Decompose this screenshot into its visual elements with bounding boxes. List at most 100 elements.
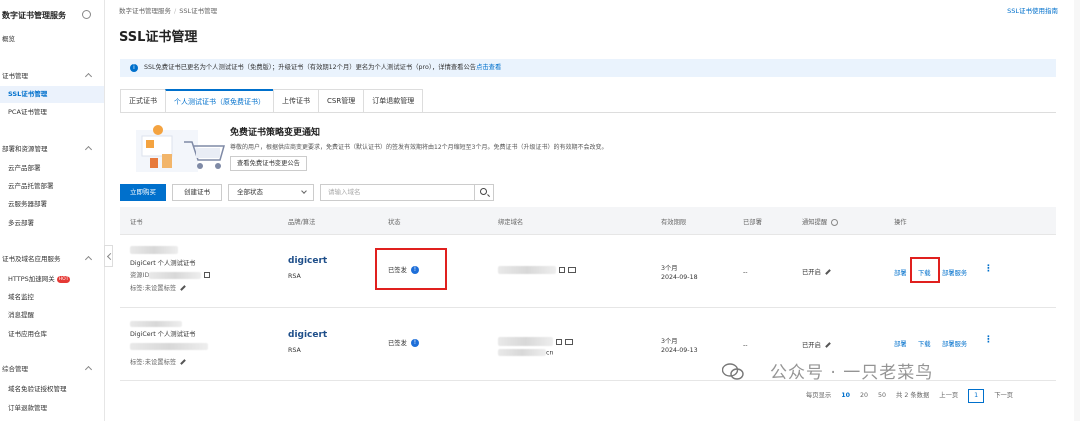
cert-id-redacted bbox=[130, 321, 182, 329]
tab-divider bbox=[120, 112, 1056, 113]
sidebar-group-cert[interactable]: 证书管理 bbox=[0, 68, 104, 85]
notice-link[interactable]: 点击查看 bbox=[476, 64, 501, 71]
notify-label: 已开启 bbox=[802, 269, 821, 276]
next-page-button[interactable]: 下一页 bbox=[994, 392, 1013, 399]
scrollbar[interactable] bbox=[1074, 0, 1080, 421]
sidebar-item-overview[interactable]: 概览 bbox=[0, 31, 104, 48]
th-brand: 品牌/算法 bbox=[288, 219, 316, 226]
hot-badge: HOT bbox=[56, 275, 71, 283]
create-cert-button[interactable]: 创建证书 bbox=[172, 184, 222, 201]
sidebar-item-domain-auth[interactable]: 域名免验证授权管理 bbox=[0, 381, 104, 398]
pagination: 每页显示 10 20 50 共 2 条数据 上一页 1 下一页 bbox=[806, 389, 1021, 403]
edit-icon bbox=[180, 359, 187, 365]
edit-icon bbox=[180, 285, 187, 291]
promo-text: 尊敬的用户，根据供应商变更要求，免费证书（默认证书）的签发有效期将由12个月缩短… bbox=[230, 144, 608, 151]
sidebar-group-label: 部署和资源管理 bbox=[2, 145, 48, 153]
tag-field[interactable]: 标签:未设置标签 bbox=[130, 357, 187, 366]
sidebar-item-https-gateway[interactable]: HTTPS加速网关 HOT bbox=[0, 271, 104, 288]
sidebar-group-label: 综合管理 bbox=[2, 365, 28, 373]
chevron-down-icon bbox=[301, 188, 307, 194]
more-options-icon[interactable]: ⋮ bbox=[984, 264, 993, 274]
deploy-service-link[interactable]: 部署服务 bbox=[942, 268, 967, 277]
help-icon[interactable] bbox=[831, 218, 839, 226]
info-icon[interactable]: ! bbox=[410, 339, 419, 347]
page-title: SSL证书管理 bbox=[119, 30, 198, 45]
domain bbox=[498, 266, 576, 274]
sidebar-item-label: HTTPS加速网关 bbox=[8, 275, 55, 283]
buy-now-button[interactable]: 立即购买 bbox=[120, 184, 166, 201]
deploy-service-link[interactable]: 部署服务 bbox=[942, 339, 967, 348]
chevron-up-icon bbox=[84, 365, 93, 374]
sidebar-header: 数字证书管理服务 bbox=[0, 0, 104, 30]
notify: 已开启 bbox=[802, 340, 831, 349]
notify-label: 已开启 bbox=[802, 342, 821, 349]
sidebar-item-ssl[interactable]: SSL证书管理 bbox=[0, 86, 104, 103]
sidebar-group-app[interactable]: 证书及域名应用服务 bbox=[0, 251, 104, 268]
sidebar-item-domain-monitor[interactable]: 域名监控 bbox=[0, 289, 104, 306]
sidebar-item-message[interactable]: 消息提醒 bbox=[0, 307, 104, 324]
prev-page-button[interactable]: 上一页 bbox=[939, 392, 958, 399]
tab-test-cert[interactable]: 个人测试证书（原免费证书） bbox=[165, 89, 274, 113]
monitor-icon[interactable] bbox=[568, 267, 576, 273]
more-options-icon[interactable]: ⋮ bbox=[984, 335, 993, 345]
sidebar-item-cloud-deploy[interactable]: 云产品部署 bbox=[0, 160, 104, 177]
edit-icon[interactable] bbox=[825, 269, 831, 275]
page-size-10[interactable]: 10 bbox=[841, 392, 850, 399]
sidebar-group-deploy[interactable]: 部署和资源管理 bbox=[0, 141, 104, 158]
tag-field[interactable]: 标签:未设置标签 bbox=[130, 283, 187, 292]
tab-csr[interactable]: CSR管理 bbox=[318, 89, 365, 113]
page-size-50[interactable]: 50 bbox=[878, 392, 886, 399]
status: 已签发! bbox=[388, 338, 419, 347]
resource-id bbox=[130, 343, 208, 351]
tab-formal[interactable]: 正式证书 bbox=[120, 89, 166, 113]
domain-second-line: cn bbox=[498, 349, 553, 357]
cert-name: DigiCert 个人测试证书 bbox=[130, 331, 196, 338]
copy-icon[interactable] bbox=[559, 267, 565, 273]
sidebar-group-admin[interactable]: 综合管理 bbox=[0, 361, 104, 378]
promo-title: 免费证书策略变更通知 bbox=[230, 128, 321, 138]
breadcrumb-current: SSL证书管理 bbox=[179, 7, 218, 15]
copy-icon[interactable] bbox=[204, 272, 211, 278]
th-domain: 绑定域名 bbox=[498, 219, 524, 226]
cert-name: DigiCert 个人测试证书 bbox=[130, 260, 196, 267]
gear-icon[interactable] bbox=[82, 10, 91, 19]
page-size-20[interactable]: 20 bbox=[860, 392, 868, 399]
page-number[interactable]: 1 bbox=[968, 389, 985, 403]
tab-upload[interactable]: 上传证书 bbox=[273, 89, 319, 113]
deploy-link[interactable]: 部署 bbox=[894, 339, 907, 348]
breadcrumb-sep: / bbox=[174, 7, 177, 15]
watermark-text: 公众号 · 一只老菜鸟 bbox=[770, 363, 934, 383]
algo: RSA bbox=[288, 273, 301, 280]
tag-label: 标签:未设置标签 bbox=[130, 359, 177, 366]
sidebar-item-repo[interactable]: 证书应用仓库 bbox=[0, 326, 104, 343]
copy-icon[interactable] bbox=[556, 338, 562, 345]
tab-bar: 正式证书 个人测试证书（原免费证书） 上传证书 CSR管理 订单退款管理 bbox=[120, 89, 424, 113]
notify: 已开启 bbox=[802, 267, 831, 276]
shopping-cart-illustration bbox=[136, 125, 225, 172]
page-size-label: 每页显示 bbox=[806, 392, 832, 399]
domain-suffix: cn bbox=[546, 349, 554, 357]
th-status: 状态 bbox=[388, 219, 401, 226]
sidebar-item-multicloud[interactable]: 多云部署 bbox=[0, 215, 104, 232]
view-announcement-button[interactable]: 查看免费证书变更公告 bbox=[230, 156, 307, 171]
digicert-logo: digicert bbox=[288, 256, 328, 266]
sidebar-item-hosted-deploy[interactable]: 云产品托管部署 bbox=[0, 178, 104, 195]
ssl-guide-link[interactable]: SSL证书使用指南 bbox=[1007, 5, 1058, 15]
tab-refund[interactable]: 订单退款管理 bbox=[363, 89, 424, 113]
domain-search-input[interactable]: 请输入域名 bbox=[320, 184, 475, 201]
status-filter-select[interactable]: 全部状态 bbox=[228, 184, 314, 201]
sidebar: 数字证书管理服务 概览 证书管理 SSL证书管理 PCA证书管理 部署和资源管理… bbox=[0, 0, 105, 421]
info-icon: i bbox=[130, 64, 138, 72]
download-link[interactable]: 下载 bbox=[918, 339, 931, 348]
notice-banner: i SSL免费证书已更名为个人测试证书（免费版）；升级证书（有效期12个月）更名… bbox=[120, 59, 1056, 77]
search-button[interactable] bbox=[475, 184, 494, 201]
sidebar-item-ecs-deploy[interactable]: 云服务器部署 bbox=[0, 196, 104, 213]
deploy-link[interactable]: 部署 bbox=[894, 268, 907, 277]
table-header: 证书 品牌/算法 状态 绑定域名 有效期限 已部署 通知提醒 操作 bbox=[120, 207, 1056, 235]
breadcrumb-root[interactable]: 数字证书管理服务 bbox=[119, 7, 171, 15]
edit-icon[interactable] bbox=[825, 342, 831, 348]
sidebar-group-label: 证书及域名应用服务 bbox=[2, 255, 61, 263]
monitor-icon[interactable] bbox=[565, 338, 573, 345]
sidebar-item-refund[interactable]: 订单退款管理 bbox=[0, 400, 104, 417]
sidebar-item-pca[interactable]: PCA证书管理 bbox=[0, 104, 104, 121]
